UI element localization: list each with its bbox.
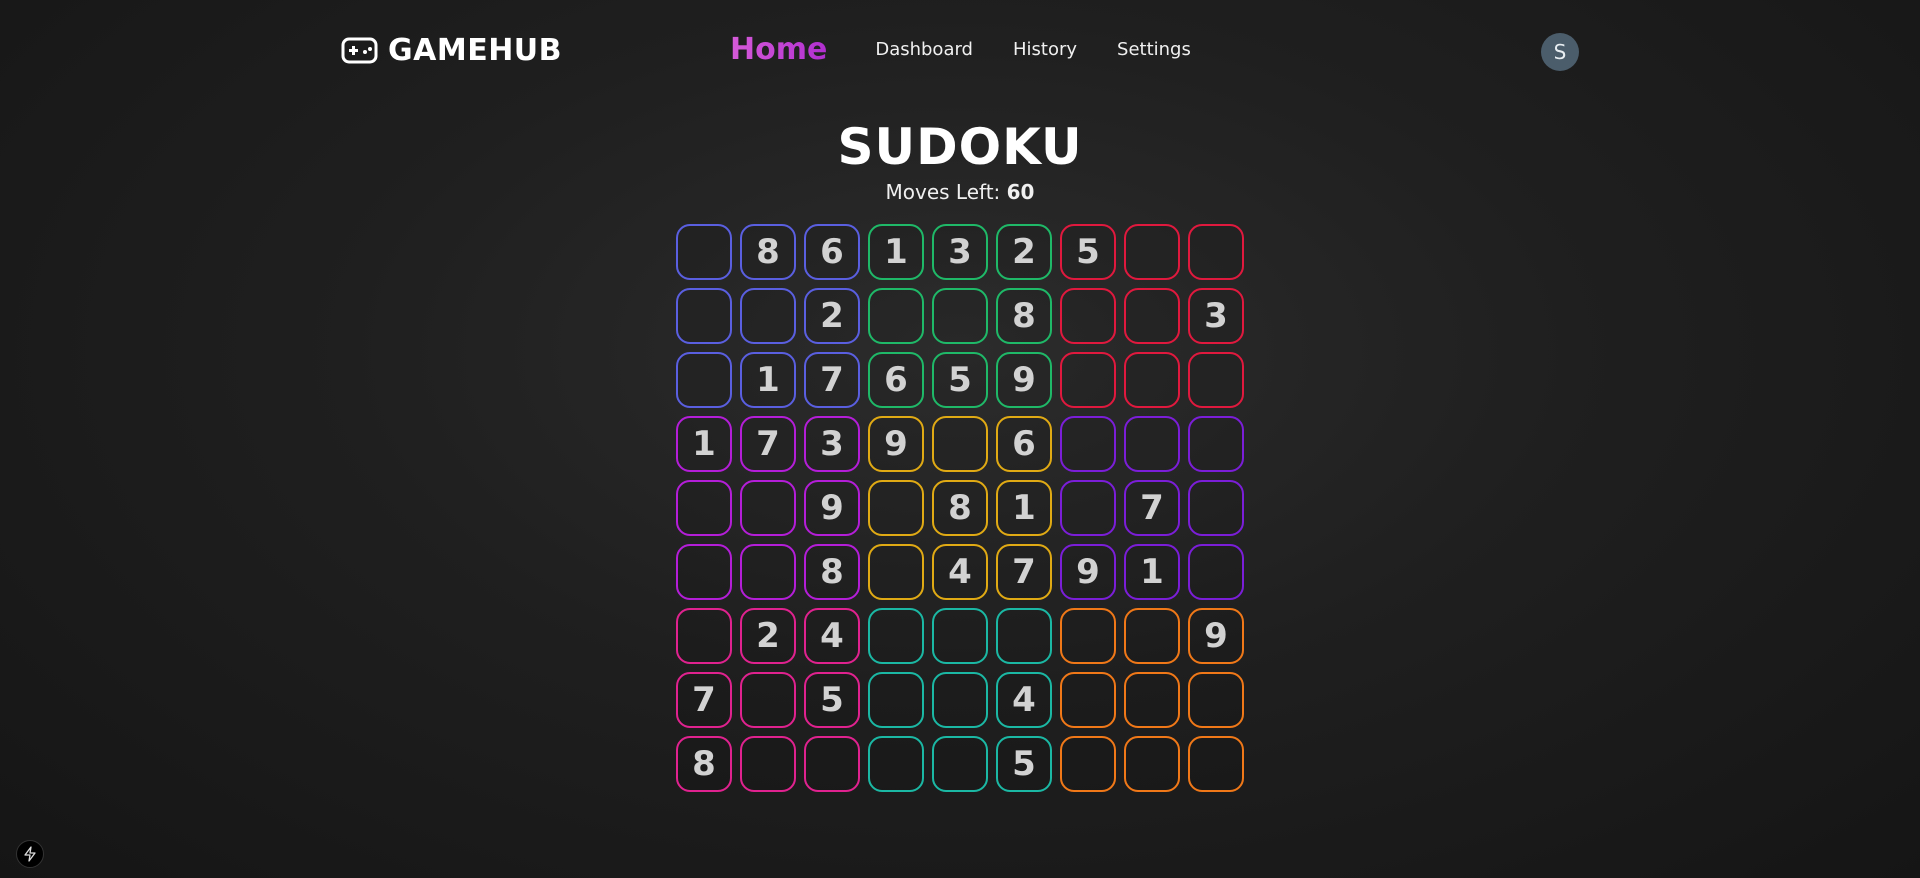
moves-left-value: 60 [1006, 180, 1035, 204]
nav-settings[interactable]: Settings [1117, 30, 1191, 70]
sudoku-cell[interactable]: 3 [932, 224, 988, 280]
header: GAMEHUB Home Dashboard History Settings … [0, 0, 1920, 100]
sudoku-cell[interactable] [1124, 736, 1180, 792]
sudoku-cell[interactable] [1124, 608, 1180, 664]
sudoku-cell[interactable]: 6 [804, 224, 860, 280]
sudoku-cell[interactable]: 8 [804, 544, 860, 600]
sudoku-cell[interactable]: 9 [804, 480, 860, 536]
sudoku-cell[interactable] [1124, 224, 1180, 280]
sudoku-cell[interactable]: 9 [1060, 544, 1116, 600]
sudoku-cell[interactable] [740, 544, 796, 600]
sudoku-cell[interactable] [1060, 736, 1116, 792]
sudoku-cell[interactable] [676, 224, 732, 280]
sudoku-cell[interactable]: 1 [740, 352, 796, 408]
sudoku-cell[interactable] [804, 736, 860, 792]
bolt-icon[interactable] [16, 840, 44, 868]
brand-name: GAMEHUB [388, 33, 563, 68]
sudoku-cell[interactable]: 9 [996, 352, 1052, 408]
sudoku-cell[interactable]: 8 [676, 736, 732, 792]
sudoku-cell[interactable] [740, 288, 796, 344]
sudoku-cell[interactable] [868, 736, 924, 792]
brand[interactable]: GAMEHUB [341, 33, 562, 68]
sudoku-cell[interactable]: 8 [740, 224, 796, 280]
sudoku-cell[interactable]: 7 [804, 352, 860, 408]
sudoku-cell[interactable] [1188, 480, 1244, 536]
sudoku-cell[interactable] [868, 544, 924, 600]
sudoku-cell[interactable] [932, 288, 988, 344]
sudoku-cell[interactable] [932, 736, 988, 792]
sudoku-cell[interactable] [932, 608, 988, 664]
sudoku-cell[interactable]: 9 [868, 416, 924, 472]
sudoku-cell[interactable] [1124, 672, 1180, 728]
sudoku-cell[interactable]: 5 [804, 672, 860, 728]
sudoku-cell[interactable] [868, 608, 924, 664]
nav-home[interactable]: Home [730, 30, 827, 70]
sudoku-cell[interactable]: 7 [1124, 480, 1180, 536]
sudoku-cell[interactable] [996, 608, 1052, 664]
sudoku-cell[interactable]: 7 [676, 672, 732, 728]
sudoku-cell[interactable] [740, 736, 796, 792]
sudoku-cell[interactable]: 9 [1188, 608, 1244, 664]
sudoku-cell[interactable] [1060, 480, 1116, 536]
sudoku-cell[interactable]: 8 [996, 288, 1052, 344]
moves-left-label: Moves Left: [885, 180, 1007, 204]
sudoku-cell[interactable] [676, 352, 732, 408]
sudoku-cell[interactable] [1060, 416, 1116, 472]
sudoku-cell[interactable]: 6 [868, 352, 924, 408]
avatar[interactable]: S [1541, 33, 1579, 71]
gamepad-icon [341, 37, 378, 64]
sudoku-cell[interactable]: 1 [1124, 544, 1180, 600]
sudoku-cell[interactable]: 7 [740, 416, 796, 472]
sudoku-cell[interactable]: 4 [996, 672, 1052, 728]
moves-left: Moves Left: 60 [0, 180, 1920, 204]
sudoku-cell[interactable] [1060, 352, 1116, 408]
sudoku-cell[interactable]: 7 [996, 544, 1052, 600]
game-title: SUDOKU [837, 118, 1083, 176]
sudoku-cell[interactable] [1188, 224, 1244, 280]
sudoku-cell[interactable] [1188, 736, 1244, 792]
sudoku-cell[interactable] [676, 288, 732, 344]
sudoku-cell[interactable] [740, 672, 796, 728]
sudoku-cell[interactable] [1124, 416, 1180, 472]
sudoku-cell[interactable]: 3 [1188, 288, 1244, 344]
sudoku-cell[interactable]: 2 [740, 608, 796, 664]
sudoku-cell[interactable]: 5 [932, 352, 988, 408]
sudoku-cell[interactable] [1060, 288, 1116, 344]
sudoku-cell[interactable] [868, 480, 924, 536]
sudoku-cell[interactable]: 1 [676, 416, 732, 472]
sudoku-cell[interactable]: 2 [804, 288, 860, 344]
sudoku-cell[interactable] [932, 672, 988, 728]
sudoku-cell[interactable] [1124, 352, 1180, 408]
sudoku-cell[interactable] [868, 288, 924, 344]
sudoku-cell[interactable]: 4 [804, 608, 860, 664]
sudoku-cell[interactable] [676, 608, 732, 664]
sudoku-cell[interactable]: 1 [868, 224, 924, 280]
sudoku-cell[interactable] [1188, 352, 1244, 408]
sudoku-cell[interactable] [1188, 672, 1244, 728]
sudoku-cell[interactable] [740, 480, 796, 536]
sudoku-cell[interactable]: 3 [804, 416, 860, 472]
sudoku-cell[interactable]: 2 [996, 224, 1052, 280]
sudoku-cell[interactable]: 5 [1060, 224, 1116, 280]
sudoku-cell[interactable] [676, 480, 732, 536]
sudoku-cell[interactable] [1188, 416, 1244, 472]
sudoku-cell[interactable]: 8 [932, 480, 988, 536]
sudoku-cell[interactable] [932, 416, 988, 472]
sudoku-cell[interactable]: 4 [932, 544, 988, 600]
nav-history[interactable]: History [1013, 30, 1077, 70]
nav-dashboard[interactable]: Dashboard [875, 30, 973, 70]
sudoku-board: 861325283176591739698178479124975485 [676, 224, 1244, 792]
sudoku-cell[interactable]: 1 [996, 480, 1052, 536]
sudoku-cell[interactable] [1124, 288, 1180, 344]
sudoku-cell[interactable]: 6 [996, 416, 1052, 472]
sudoku-cell[interactable] [1188, 544, 1244, 600]
sudoku-cell[interactable]: 5 [996, 736, 1052, 792]
sudoku-cell[interactable] [868, 672, 924, 728]
sudoku-cell[interactable] [1060, 608, 1116, 664]
sudoku-cell[interactable] [1060, 672, 1116, 728]
sudoku-cell[interactable] [676, 544, 732, 600]
main-nav: Home Dashboard History Settings [730, 30, 1231, 70]
